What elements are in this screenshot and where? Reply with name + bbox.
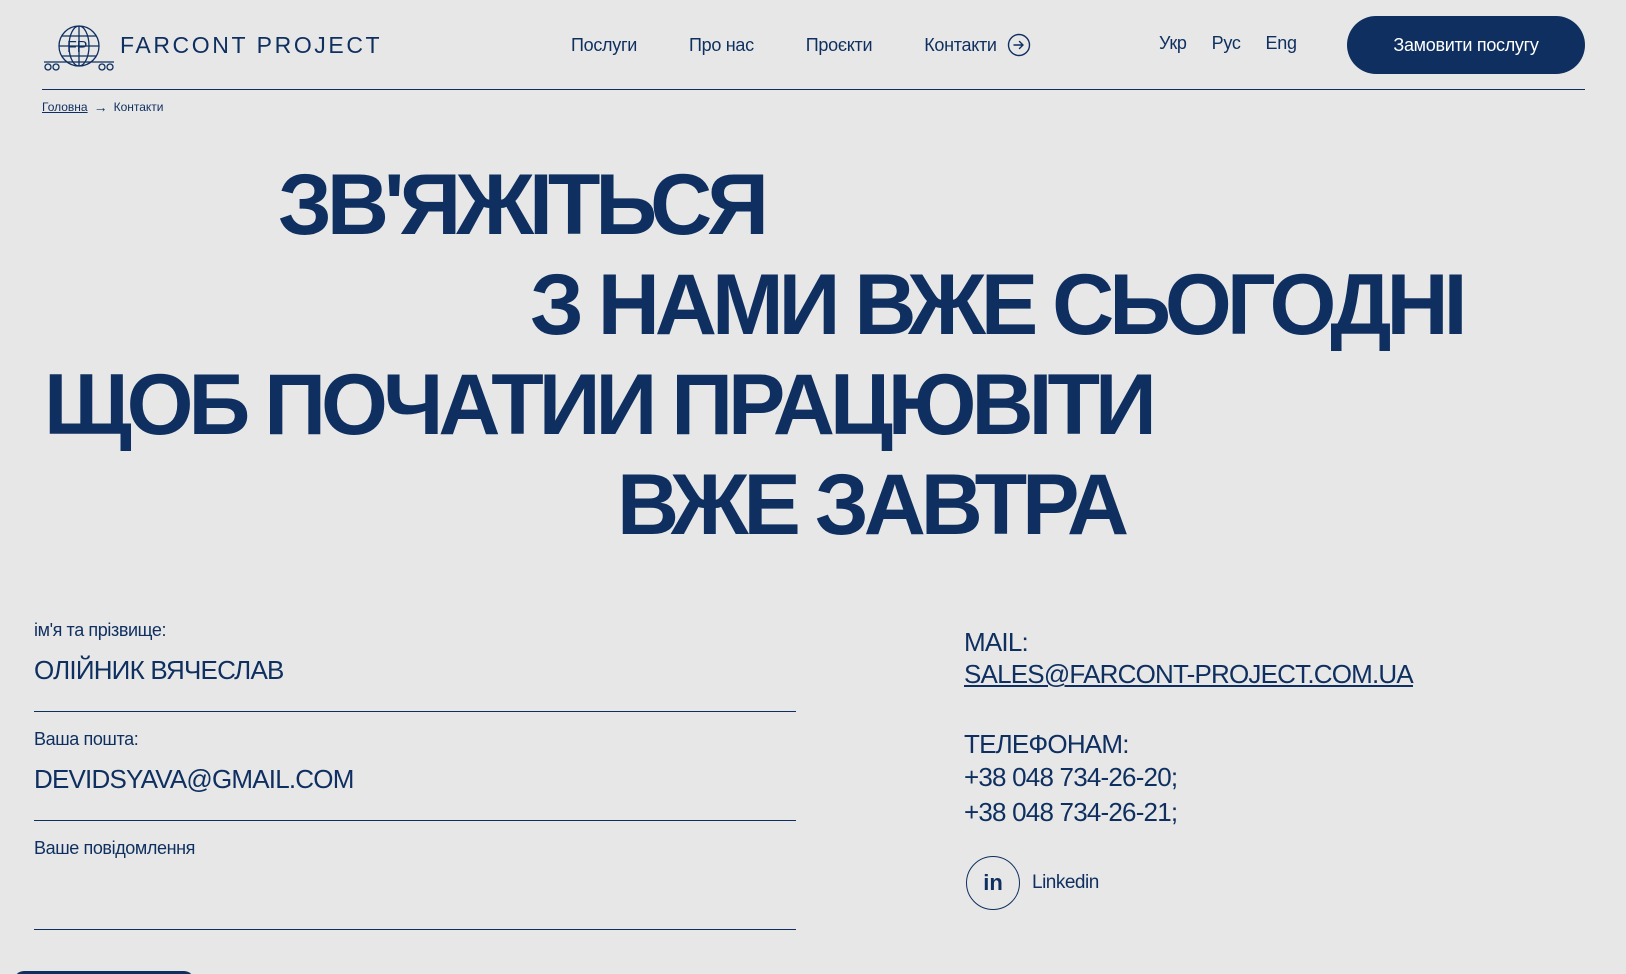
phone-2[interactable]: +38 048 734-26-21; [964, 795, 1413, 830]
name-field[interactable]: ім'я та прізвище: ОЛІЙНИК ВЯЧЕСЛАВ [34, 620, 796, 712]
order-service-button[interactable]: Замовити послугу [1347, 16, 1585, 74]
lang-eng[interactable]: Eng [1266, 33, 1297, 54]
linkedin-icon[interactable]: in [966, 856, 1020, 910]
breadcrumb-home[interactable]: Головна [42, 100, 88, 114]
nav-projects[interactable]: Проєкти [806, 35, 873, 56]
breadcrumb: Головна → Контакти [42, 99, 164, 115]
email-label: Ваша пошта: [34, 729, 139, 749]
name-label: ім'я та прізвище: [34, 620, 167, 640]
name-input[interactable]: ОЛІЙНИК ВЯЧЕСЛАВ [34, 653, 796, 687]
linkedin-label: Linkedin [1032, 872, 1099, 893]
arrow-right-circle-icon[interactable] [1007, 33, 1031, 57]
linkedin-link[interactable]: in Linkedin [964, 856, 1413, 910]
contact-form: ім'я та прізвище: ОЛІЙНИК ВЯЧЕСЛАВ Ваша … [34, 620, 796, 930]
arrow-right-icon: → [93, 99, 108, 115]
nav-contacts-wrap: Контакти [924, 33, 1030, 57]
language-switcher: Укр Рус Eng [1159, 33, 1322, 54]
mail-label: MAIL: [964, 627, 1029, 657]
main-nav: Послуги Про нас Проєкти Контакти [571, 33, 1031, 57]
svg-text:FP: FP [67, 39, 87, 56]
nav-about[interactable]: Про нас [689, 35, 754, 56]
breadcrumb-current: Контакти [113, 100, 164, 114]
hero-line-2: З НАМИ ВЖЕ СЬОГОДНІ [530, 257, 1467, 353]
message-field[interactable]: Ваше повідомлення [34, 838, 796, 930]
linkedin-icon-text: in [983, 870, 1003, 895]
logo-text: FARCONT PROJECT [120, 31, 383, 58]
phones-label: ТЕЛЕФОНАМ: [964, 729, 1129, 759]
phones-group: ТЕЛЕФОНАМ: +38 048 734-26-20; +38 048 73… [964, 728, 1413, 830]
email-input[interactable]: DEVIDSYAVA@GMAIL.COM [34, 762, 796, 796]
nav-contacts[interactable]: Контакти [924, 35, 997, 56]
lang-rus[interactable]: Рус [1212, 33, 1241, 54]
phone-1[interactable]: +38 048 734-26-20; [964, 760, 1413, 795]
lang-ukr[interactable]: Укр [1159, 33, 1187, 54]
nav-services[interactable]: Послуги [571, 35, 637, 56]
logo[interactable]: FP FARCONT PROJECT [42, 22, 382, 72]
header-divider [42, 89, 1585, 90]
hero-line-3: ЩОБ ПОЧАТИИ ПРАЦЮВІТИ [44, 357, 1157, 453]
mail-link[interactable]: SALES@FARCONT-PROJECT.COM.UA [964, 658, 1414, 690]
page: FP FARCONT PROJECT Послуги Про нас Проєк… [0, 0, 1626, 974]
logo-globe-icon: FP [44, 25, 114, 71]
hero-line-4: ВЖЕ ЗАВТРА [617, 457, 1129, 553]
contacts-block: MAIL: SALES@FARCONT-PROJECT.COM.UA ТЕЛЕФ… [964, 626, 1414, 910]
email-field[interactable]: Ваша пошта: DEVIDSYAVA@GMAIL.COM [34, 729, 796, 821]
message-label: Ваше повідомлення [34, 838, 196, 858]
message-input[interactable] [34, 871, 796, 911]
hero-line-1: ЗВ'ЯЖІТЬСЯ [278, 157, 769, 253]
